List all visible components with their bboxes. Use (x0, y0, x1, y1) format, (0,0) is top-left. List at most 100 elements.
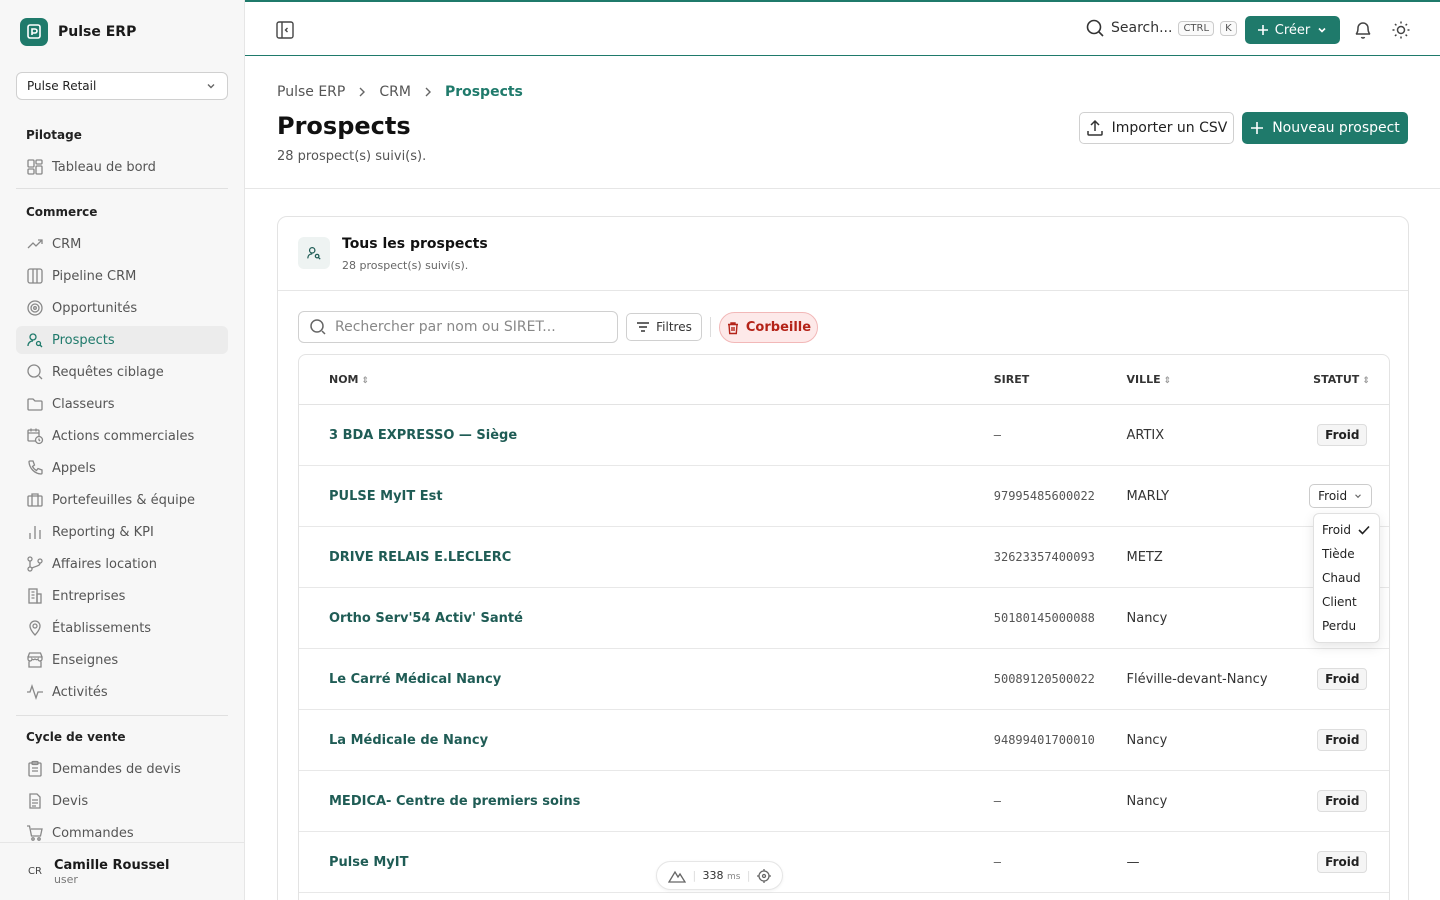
column-header-label: SIRET (993, 373, 1030, 386)
sidebar-item-label: Pipeline CRM (52, 268, 137, 284)
prospect-city: Fléville-devant-Nancy (1126, 671, 1268, 687)
import-csv-button[interactable]: Importer un CSV (1079, 112, 1234, 144)
table-row[interactable]: DRIVE RELAIS E.LECLERC 32623357400093 ME… (299, 527, 1389, 588)
organization-select[interactable]: Pulse Retail (16, 72, 228, 100)
prospect-name-link[interactable]: Ortho Serv'54 Activ' Santé (299, 611, 994, 626)
status-badge[interactable]: Froid (1317, 424, 1368, 446)
prospect-name-link[interactable]: Le Carré Médical Nancy (299, 672, 994, 687)
status-badge[interactable]: Froid (1317, 729, 1368, 751)
plus-icon (1251, 122, 1264, 134)
activity-icon (27, 683, 43, 701)
sidebar-item-enseignes[interactable]: Enseignes (16, 646, 228, 674)
status-option-tiede[interactable]: Tiède (1314, 542, 1379, 566)
sidebar-item-label: Activités (52, 684, 108, 700)
prospect-name-link[interactable]: Pulse MyIT (299, 855, 994, 870)
sidebar-item-label: Reporting & KPI (52, 524, 154, 540)
filter-icon (637, 322, 650, 332)
create-button[interactable]: Créer (1245, 16, 1340, 44)
filters-button[interactable]: Filtres (626, 313, 702, 341)
prospect-search-input[interactable]: Rechercher par nom ou SIRET... (298, 311, 618, 343)
prospect-name-link[interactable]: MEDICA- Centre de premiers soins (299, 794, 994, 809)
table-row[interactable]: MEDICA- Centre de premiers soins – Nancy… (299, 771, 1389, 832)
breadcrumb-item[interactable]: Pulse ERP (277, 84, 345, 100)
sidebar-item-reporting-kpi[interactable]: Reporting & KPI (16, 518, 228, 546)
upload-icon (1086, 119, 1103, 136)
status-badge[interactable]: Froid (1317, 668, 1368, 690)
prospect-siret: – (993, 855, 1001, 869)
user-menu[interactable]: CR Camille Roussel user (0, 842, 244, 900)
sidebar-item-demandes-de-devis[interactable]: Demandes de devis (16, 755, 228, 783)
trend-icon (27, 239, 43, 249)
theme-toggle-button[interactable] (1391, 20, 1411, 44)
breadcrumb-item[interactable]: CRM (379, 84, 411, 100)
sidebar-item-label: Prospects (52, 332, 115, 348)
column-header-nom[interactable]: NOM ⇕ (299, 373, 994, 386)
status-option-perdu[interactable]: Perdu (1314, 614, 1379, 638)
status-badge[interactable]: Froid (1317, 790, 1368, 812)
status-option-label: Froid (1322, 523, 1351, 537)
panel-left-icon (276, 21, 294, 39)
sidebar-item-tableau-de-bord[interactable]: Tableau de bord (16, 153, 228, 181)
breadcrumb-current: Prospects (444, 84, 523, 100)
table-row[interactable]: 3 BDA EXPRESSO — Siège – ARTIX Froid (299, 405, 1389, 466)
prospect-name-link[interactable]: PULSE MyIT Est (299, 489, 994, 504)
prospect-name-link[interactable]: DRIVE RELAIS E.LECLERC (299, 550, 994, 565)
sidebar-item-label: Classeurs (52, 396, 115, 412)
column-header-ville[interactable]: VILLE ⇕ (1127, 373, 1314, 386)
sidebar-item-actions-commerciales[interactable]: Actions commerciales (16, 422, 228, 450)
status-option-label: Client (1322, 595, 1357, 609)
sidebar-item-prospects[interactable]: Prospects (16, 326, 228, 354)
new-prospect-button[interactable]: Nouveau prospect (1242, 112, 1408, 144)
table-row[interactable]: La Médicale de Nancy 94899401700010 Nanc… (299, 710, 1389, 771)
notifications-button[interactable] (1353, 20, 1373, 44)
sidebar-item-etablissements[interactable]: Établissements (16, 614, 228, 642)
sidebar-item-crm[interactable]: CRM (16, 230, 228, 258)
sidebar-item-affaires-location[interactable]: Affaires location (16, 550, 228, 578)
nav-section-title: Pilotage (26, 128, 82, 142)
sidebar-item-entreprises[interactable]: Entreprises (16, 582, 228, 610)
status-badge[interactable]: Froid (1317, 851, 1368, 873)
table-row[interactable]: Pulse MyIT – — Froid (299, 832, 1389, 893)
user-role: user (53, 872, 78, 886)
sidebar-item-label: Commandes (52, 825, 134, 841)
sidebar-item-portefeuilles-equipe[interactable]: Portefeuilles & équipe (16, 486, 228, 514)
sidebar-item-pipeline-crm[interactable]: Pipeline CRM (16, 262, 228, 290)
sidebar-item-requetes-ciblage[interactable]: Requêtes ciblage (16, 358, 228, 386)
nav-divider (16, 715, 228, 716)
breadcrumb: Pulse ERP CRM Prospects (277, 84, 523, 100)
page-title: Prospects (277, 112, 411, 140)
table-row[interactable]: PULSE MyIT Est 97995485600022 MARLY Froi… (299, 466, 1389, 527)
chevron-down-icon (207, 84, 215, 89)
sidebar-item-opportunites[interactable]: Opportunités (16, 294, 228, 322)
table-row[interactable]: Le Carré Médical Nancy 50089120500022 Fl… (299, 649, 1389, 710)
sidebar-item-appels[interactable]: Appels (16, 454, 228, 482)
crosshair-icon (756, 868, 771, 883)
status-select[interactable]: Froid (1309, 484, 1373, 508)
status-option-chaud[interactable]: Chaud (1314, 566, 1379, 590)
column-header-statut[interactable]: STATUT ⇕ (1313, 373, 1389, 386)
global-search-button[interactable]: Search... CTRL K (1085, 18, 1237, 38)
create-button-label: Créer (1274, 22, 1311, 38)
sidebar-item-label: Enseignes (52, 652, 119, 668)
trash-button[interactable]: Corbeille (719, 312, 818, 343)
briefcase-icon (27, 493, 43, 507)
prospect-name-link[interactable]: La Médicale de Nancy (299, 733, 994, 748)
prospect-city: MARLY (1126, 488, 1170, 504)
prospect-city: METZ (1126, 549, 1163, 565)
sidebar-item-activites[interactable]: Activités (16, 678, 228, 706)
sidebar-toggle-button[interactable] (275, 20, 295, 44)
status-option-client[interactable]: Client (1314, 590, 1379, 614)
user-search-icon (298, 237, 330, 269)
brand[interactable]: Pulse ERP (20, 18, 136, 46)
sidebar-item-devis[interactable]: Devis (16, 787, 228, 815)
status-option-froid[interactable]: Froid (1314, 518, 1379, 542)
nav-section-cycle-de-vente: Cycle de vente Demandes de devis Devis C… (16, 726, 228, 847)
dashboard-icon (27, 159, 43, 175)
column-header-siret: SIRET (994, 373, 1127, 386)
prospect-name-link[interactable]: 3 BDA EXPRESSO — Siège (299, 428, 994, 443)
perf-widget[interactable]: | 338 ms | (656, 861, 783, 890)
sidebar-item-label: Demandes de devis (52, 761, 181, 777)
topbar: Search... CTRL K Créer (245, 0, 1440, 56)
sidebar-item-classeurs[interactable]: Classeurs (16, 390, 228, 418)
table-row[interactable]: Ortho Serv'54 Activ' Santé 5018014500008… (299, 588, 1389, 649)
